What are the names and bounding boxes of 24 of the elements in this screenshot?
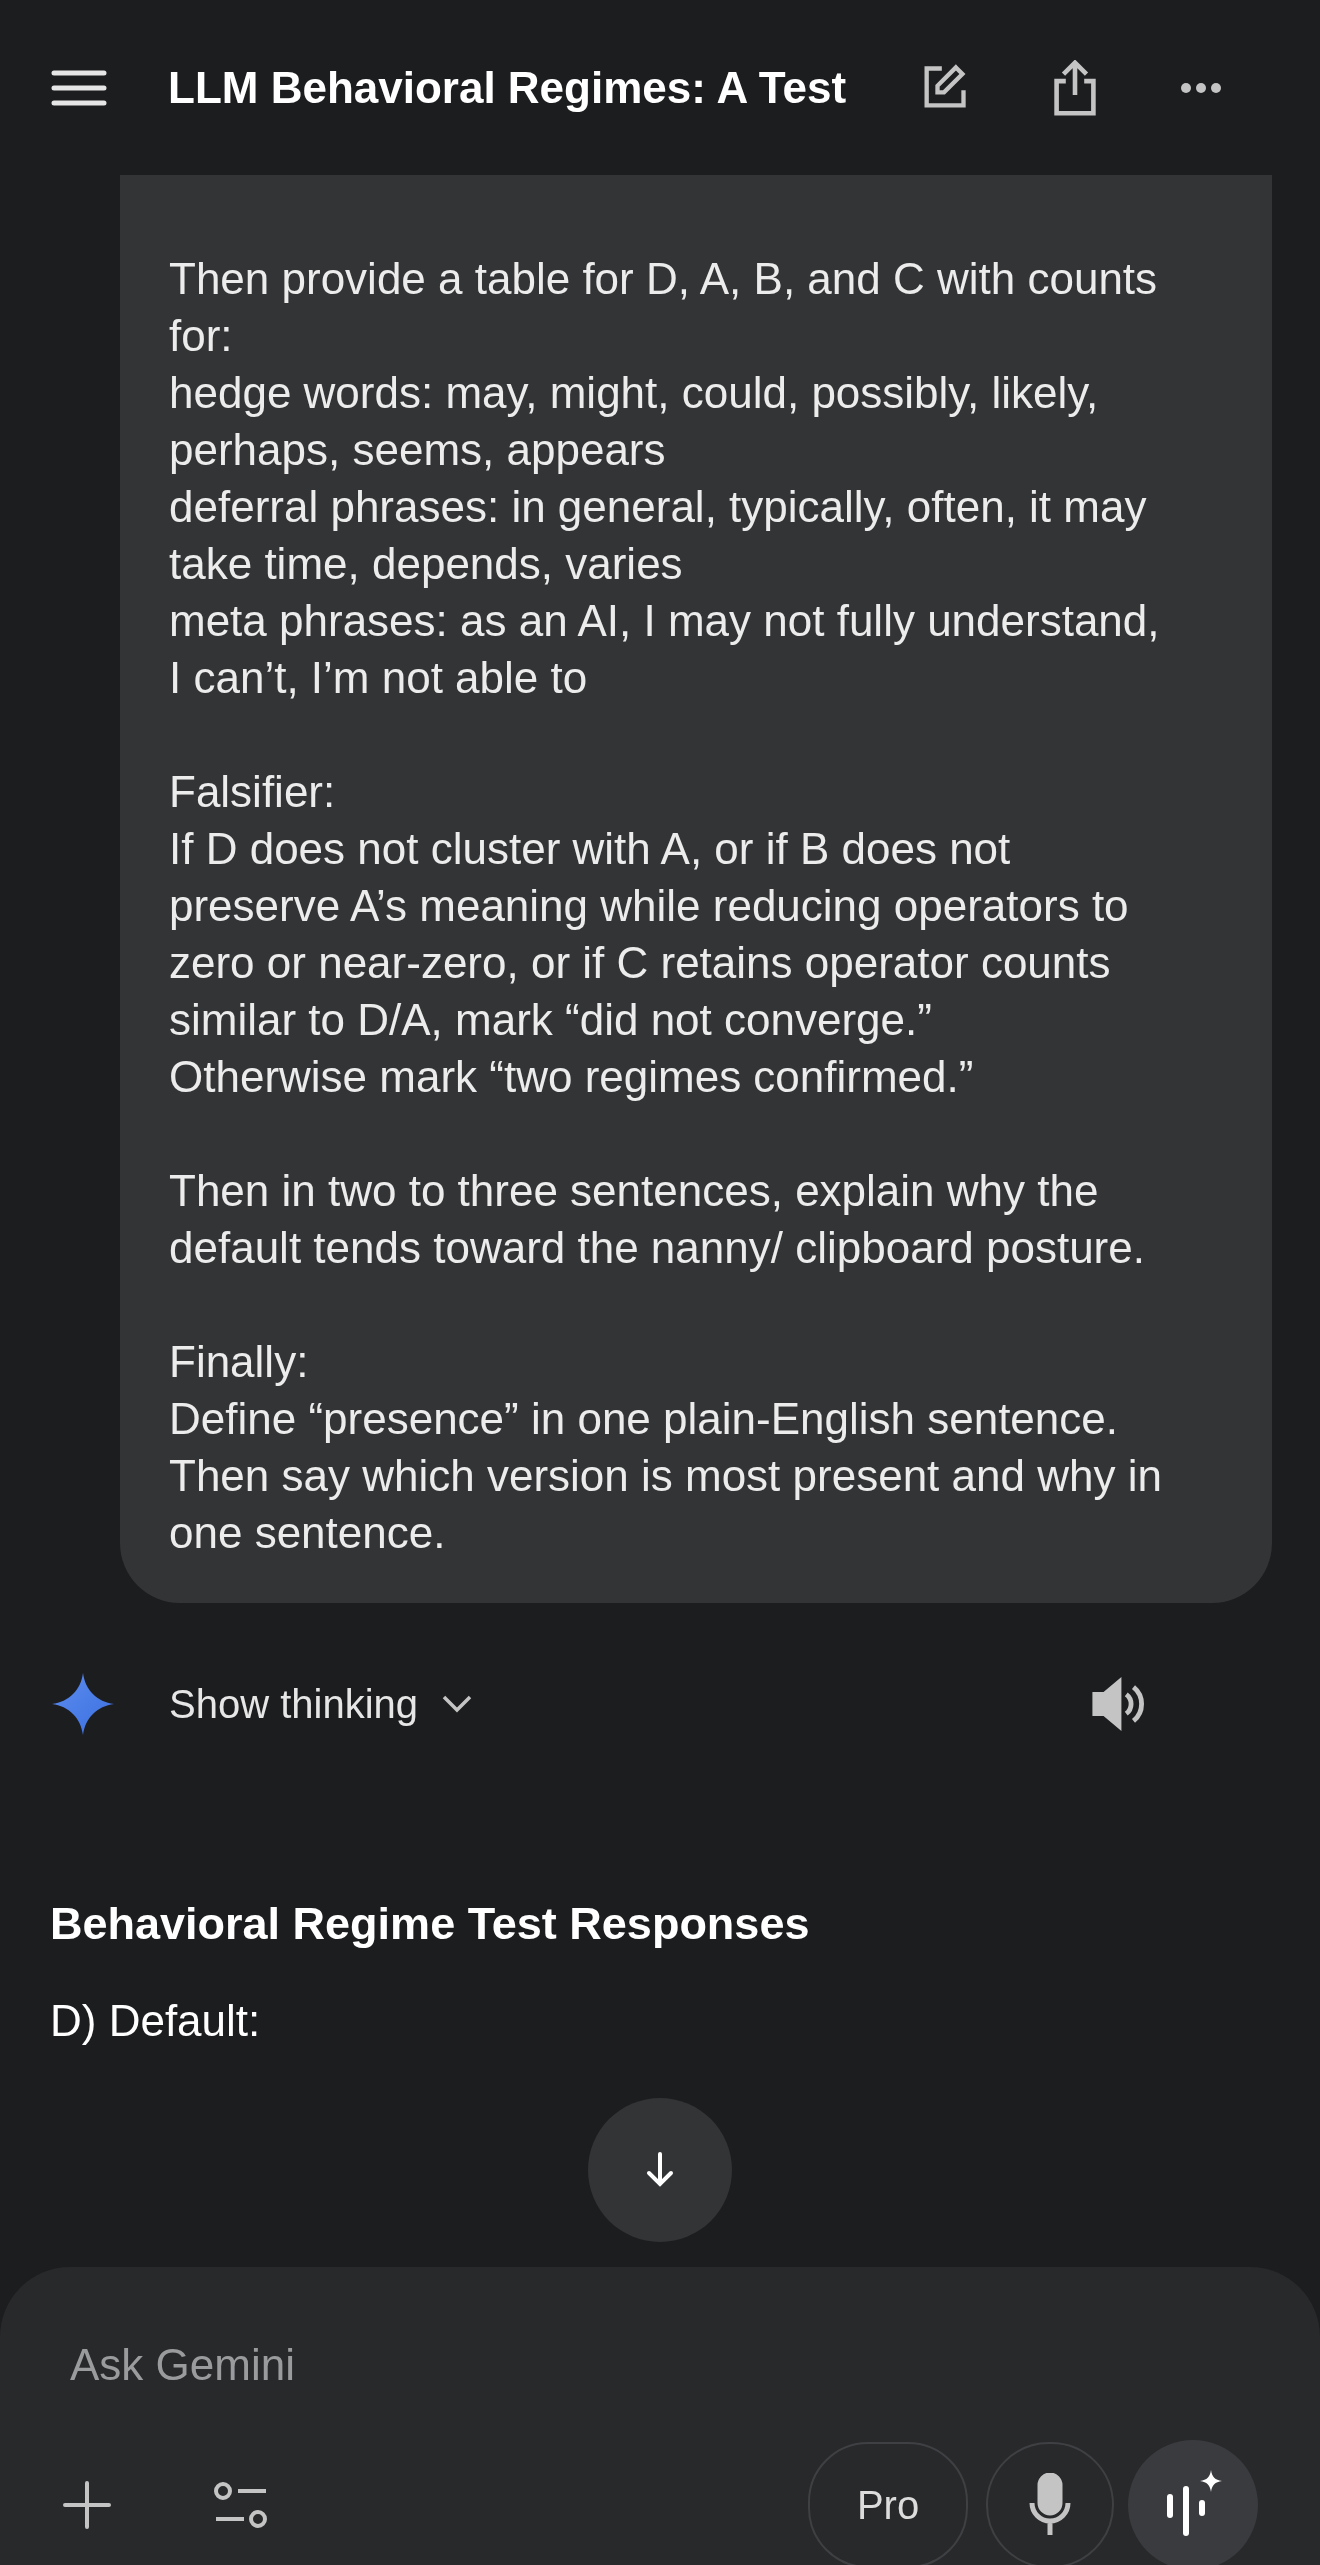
chevron-down-icon <box>442 1695 473 1713</box>
sparkle-icon <box>52 1673 114 1735</box>
message-text: Falsifier: <box>169 766 337 818</box>
tools-icon[interactable] <box>212 2480 270 2530</box>
more-icon[interactable] <box>1180 81 1223 94</box>
message-text: Then provide a table for D, A, B, and C with counts for: <box>169 253 1159 362</box>
chat-title: LLM Behavioral Regimes: A Test <box>168 61 847 114</box>
model-button[interactable]: Pro <box>808 2442 968 2565</box>
ask-field[interactable]: Ask Gemini <box>70 2332 970 2398</box>
arrow-down-icon <box>645 2152 675 2188</box>
plus-icon[interactable] <box>62 2480 112 2530</box>
response-text: D) Default: <box>50 1994 262 2047</box>
message-text: Then say which version is most present and why in one sentence. <box>169 1450 1163 1559</box>
share-icon[interactable] <box>1052 59 1099 116</box>
message-text: Otherwise mark “two regimes confirmed.” <box>169 1051 975 1103</box>
show-thinking-button[interactable]: Show thinking <box>169 1674 473 1734</box>
message-text: Finally: <box>169 1336 310 1388</box>
response-heading: Behavioral Regime Test Responses <box>50 1897 811 1951</box>
microphone-icon <box>1028 2473 1072 2537</box>
message-text: meta phrases: as an AI, I may not fully understand, I can’t, I’m not able to <box>169 595 1161 704</box>
message-text: Define “presence” in one plain-English sentence. <box>169 1393 1119 1445</box>
message-text: If D does not cluster with A, or if B does not preserve A’s meaning while reducing operators to zero or near-zero, or if C retains operator counts similar to D/A, mark “did not converge.” <box>169 823 1130 1046</box>
message-text: Then in two to three sentences, explain why the default tends toward the nanny/ clipboard posture. <box>169 1165 1146 1274</box>
microphone-button[interactable] <box>986 2442 1114 2565</box>
